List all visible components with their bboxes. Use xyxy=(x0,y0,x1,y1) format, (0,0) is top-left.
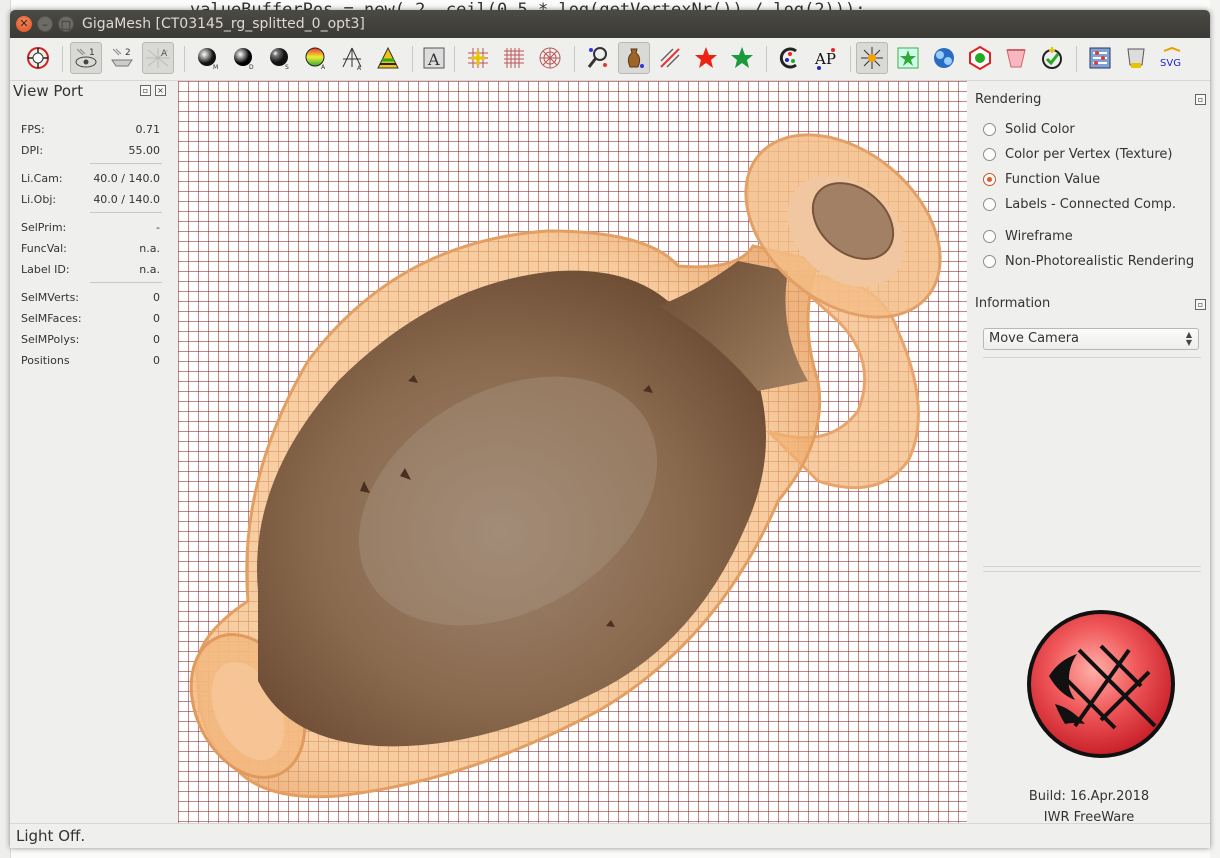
vp-row-dpi: DPI: 55.00 xyxy=(21,144,160,157)
star-green-icon[interactable] xyxy=(726,42,758,74)
svg-text:A: A xyxy=(427,50,440,69)
gigamesh-window: ✕ – □ GigaMesh [CT03145_rg_splitted_0_op… xyxy=(10,10,1210,848)
viewport-a-icon[interactable]: A xyxy=(142,42,174,74)
vp-row-selmfaces: SelMFaces: 0 xyxy=(21,312,160,325)
svg-text:1: 1 xyxy=(89,48,95,58)
svg-text:SVG: SVG xyxy=(1160,58,1181,69)
cut-icon[interactable] xyxy=(654,42,686,74)
reset-view-icon[interactable] xyxy=(22,42,54,74)
vp-row-selmverts: SelMVerts: 0 xyxy=(21,291,160,304)
sphere-d-icon[interactable]: D xyxy=(228,42,260,74)
window-title: GigaMesh [CT03145_rg_splitted_0_opt3] xyxy=(82,16,365,32)
select-tool-icon[interactable] xyxy=(582,42,614,74)
vp-row-fps: FPS: 0.71 xyxy=(21,123,160,136)
radio-function-value[interactable]: Function Value xyxy=(983,169,1100,189)
main-toolbar: 1 2 A M D S A A A AP SVG xyxy=(10,38,1210,81)
radio-button[interactable] xyxy=(983,147,996,161)
svg-icon[interactable]: SVG xyxy=(1156,42,1188,74)
viewport2-icon[interactable]: 2 xyxy=(106,42,138,74)
svg-text:AP: AP xyxy=(814,50,836,68)
vp-row-liobj: Li.Obj: 40.0 / 140.0 xyxy=(21,193,160,206)
ap-icon[interactable]: AP xyxy=(810,42,842,74)
polar-grid-icon[interactable] xyxy=(534,42,566,74)
radio-wireframe[interactable]: Wireframe xyxy=(983,226,1073,246)
pyramid-icon[interactable] xyxy=(372,42,404,74)
vp-row-licam: Li.Cam: 40.0 / 140.0 xyxy=(21,172,160,185)
vp-row-selprim: SelPrim: - xyxy=(21,221,160,234)
ortho-icon[interactable]: A xyxy=(418,42,450,74)
svg-text:A: A xyxy=(321,64,326,71)
build-date: Build: 16.Apr.2018 xyxy=(1028,789,1150,804)
radio-labels-connected[interactable]: Labels - Connected Comp. xyxy=(983,194,1176,214)
rendering-panel-title: Rendering xyxy=(975,92,1042,107)
mode-select[interactable]: Move Camera ▲ ▼ xyxy=(983,328,1199,350)
vp-row-labelid: Label ID: n.a. xyxy=(21,263,160,276)
mesh-viewport[interactable] xyxy=(178,81,967,823)
light-a-icon[interactable]: A xyxy=(336,42,368,74)
settings-icon[interactable] xyxy=(1084,42,1116,74)
grid-add-icon[interactable] xyxy=(462,42,494,74)
color-picker-icon[interactable] xyxy=(774,42,806,74)
svg-text:M: M xyxy=(213,64,218,71)
radio-button[interactable] xyxy=(983,229,996,243)
radio-npr[interactable]: Non-Photorealistic Rendering xyxy=(983,251,1194,271)
amphora-mesh-render xyxy=(189,133,942,799)
radio-solid-color[interactable]: Solid Color xyxy=(983,119,1075,139)
background-editor-right xyxy=(1210,0,1220,858)
rendering-panel-dock-controls: ▫ xyxy=(1195,94,1206,105)
information-panel-dock-controls: ▫ xyxy=(1195,299,1206,310)
svg-text:D: D xyxy=(249,64,254,71)
float-panel-icon[interactable]: ▫ xyxy=(140,85,151,96)
svg-text:S: S xyxy=(285,64,289,71)
radio-button-selected[interactable] xyxy=(983,172,996,186)
vp-row-selmpolys: SelMPolys: 0 xyxy=(21,333,160,346)
viewport-panel-title: View Port xyxy=(13,82,84,100)
sphere-m-icon[interactable]: M xyxy=(192,42,224,74)
svg-text:2: 2 xyxy=(125,48,131,58)
viewport-panel-dock-controls: ▫ × xyxy=(140,85,166,96)
blue-spheres-icon[interactable] xyxy=(928,42,960,74)
svg-text:A: A xyxy=(161,49,168,59)
vp-row-positions: Positions 0 xyxy=(21,354,160,367)
gigamesh-logo xyxy=(1027,610,1175,758)
float-rendering-panel-icon[interactable]: ▫ xyxy=(1195,94,1206,105)
sphere-s-icon[interactable]: S xyxy=(264,42,296,74)
radio-button[interactable] xyxy=(983,122,996,136)
radio-button[interactable] xyxy=(983,254,996,268)
radio-color-per-vertex[interactable]: Color per Vertex (Texture) xyxy=(983,144,1172,164)
information-panel-title: Information xyxy=(975,296,1051,311)
close-panel-icon[interactable]: × xyxy=(155,85,166,96)
star-red-icon[interactable] xyxy=(690,42,722,74)
viewport1-icon[interactable]: 1 xyxy=(70,42,102,74)
green-star-icon[interactable] xyxy=(892,42,924,74)
grid-icon[interactable] xyxy=(498,42,530,74)
sphere-color-icon[interactable]: A xyxy=(300,42,332,74)
status-bar: Light Off. xyxy=(10,823,1210,848)
light-burst-icon[interactable] xyxy=(856,42,888,74)
minimize-window-button[interactable]: – xyxy=(37,16,53,32)
figure-icon[interactable] xyxy=(618,42,650,74)
title-bar: ✕ – □ GigaMesh [CT03145_rg_splitted_0_op… xyxy=(10,10,1210,38)
check-icon[interactable] xyxy=(1036,42,1068,74)
close-window-button[interactable]: ✕ xyxy=(16,16,32,32)
float-information-panel-icon[interactable]: ▫ xyxy=(1195,299,1206,310)
rendering-panel: Rendering ▫ Solid Color Color per Vertex… xyxy=(968,81,1210,825)
radio-button[interactable] xyxy=(983,197,996,211)
select-arrows-icon: ▲ ▼ xyxy=(1185,330,1192,347)
pink-cup-icon[interactable] xyxy=(1000,42,1032,74)
export-icon[interactable] xyxy=(1120,42,1152,74)
viewport-info-panel: View Port ▫ × FPS: 0.71 DPI: 55.00 Li.Cam:… xyxy=(10,81,177,823)
vp-row-funcval: FuncVal: n.a. xyxy=(21,242,160,255)
svg-text:A: A xyxy=(357,65,362,71)
maximize-window-button[interactable]: □ xyxy=(58,16,74,32)
status-text: Light Off. xyxy=(16,827,86,845)
red-marker-icon[interactable] xyxy=(964,42,996,74)
